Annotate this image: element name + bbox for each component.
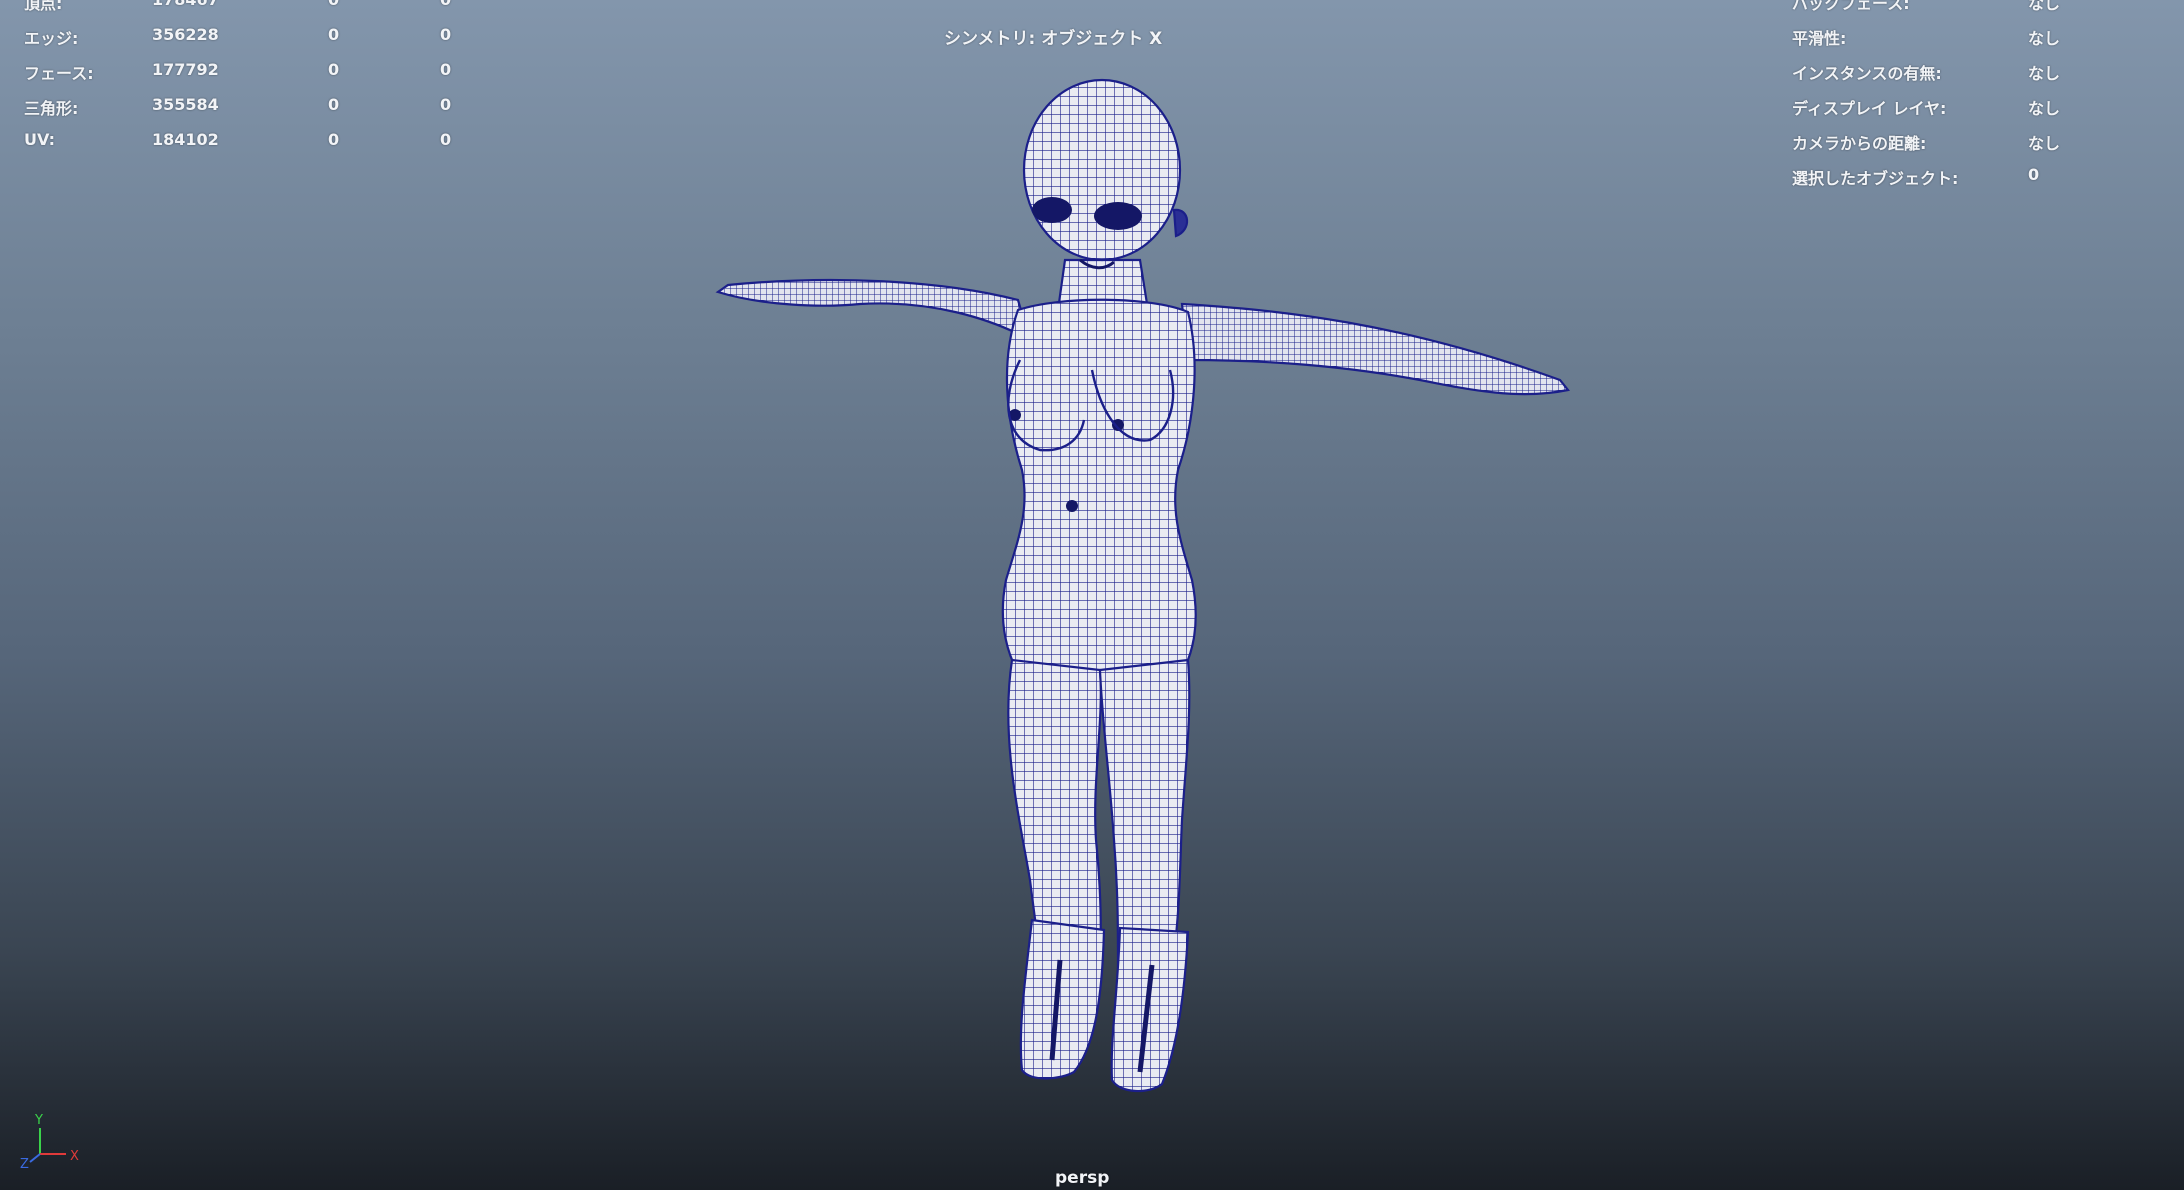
hud-label: カメラからの距離: bbox=[1792, 134, 1927, 153]
hud-value: なし bbox=[2028, 64, 2061, 83]
hud-value-selected: 0 bbox=[328, 130, 340, 149]
hud-value-selected: 0 bbox=[328, 0, 388, 9]
hud-label: 選択したオブジェクト: bbox=[1792, 169, 1959, 188]
hud-label: 平滑性: bbox=[1792, 29, 1847, 48]
hud-value-total: 177792 bbox=[152, 60, 219, 79]
hud-value-total: 356228 bbox=[152, 25, 219, 44]
hud-value-total: 184102 bbox=[152, 130, 219, 149]
camera-name-label: persp bbox=[1055, 1168, 1110, 1188]
hud-value-other: 0 bbox=[440, 60, 452, 79]
hud-value-other: 0 bbox=[440, 95, 452, 114]
hud-value: 0 bbox=[2028, 165, 2040, 184]
hud-label: 三角形: bbox=[24, 99, 79, 118]
hud-label: エッジ: bbox=[24, 29, 79, 48]
axis-y-label: Y bbox=[34, 1113, 43, 1128]
hud-value: なし bbox=[2028, 29, 2061, 48]
hud-label: バックフェース: bbox=[1792, 0, 1910, 13]
axis-z-label: Z bbox=[20, 1157, 29, 1170]
hud-value: なし bbox=[2028, 0, 2061, 13]
hud-value-total: 178467 bbox=[152, 0, 272, 9]
hud-label: UV: bbox=[24, 130, 56, 149]
hud-value: なし bbox=[2028, 134, 2061, 153]
hud-label: 頂点: bbox=[24, 0, 63, 13]
symmetry-status-label: シンメトリ: オブジェクト X bbox=[944, 29, 1163, 49]
hud-value-other: 0 bbox=[440, 0, 500, 9]
hud-value: なし bbox=[2028, 99, 2061, 118]
hud-value-total: 355584 bbox=[152, 95, 219, 114]
hud-value-selected: 0 bbox=[328, 95, 340, 114]
axis-gizmo: Y X Z bbox=[20, 1113, 79, 1170]
hud-label: インスタンスの有無: bbox=[1792, 64, 1942, 83]
hud-value-other: 0 bbox=[440, 130, 452, 149]
hud-value-other: 0 bbox=[440, 25, 452, 44]
hud-label: フェース: bbox=[24, 64, 94, 83]
hud-value-selected: 0 bbox=[328, 60, 340, 79]
axis-x-label: X bbox=[70, 1149, 79, 1164]
hud-label: ディスプレイ レイヤ: bbox=[1792, 99, 1947, 118]
hud-value-selected: 0 bbox=[328, 25, 340, 44]
perspective-viewport[interactable]: 頂点: 178467 0 0 エッジ: 356228 0 0 フェース: 177… bbox=[0, 0, 2184, 1190]
character-wireframe-model[interactable] bbox=[700, 60, 1600, 1120]
